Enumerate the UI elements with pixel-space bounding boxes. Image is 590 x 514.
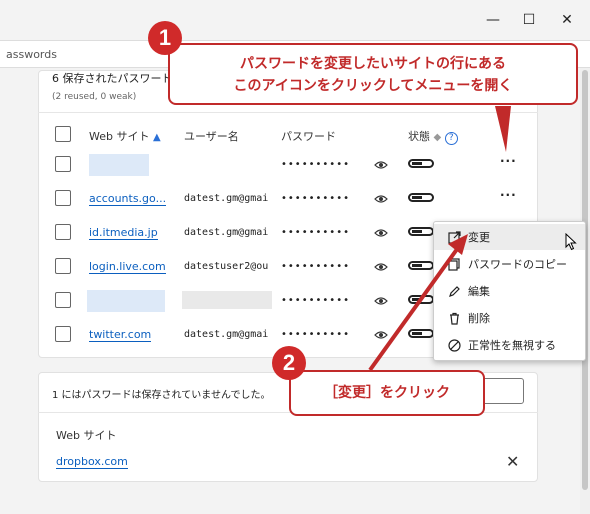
callout-step-1-line-2: このアイコンをクリックしてメニューを開く: [233, 78, 513, 94]
arrow-2-head: [448, 234, 468, 255]
callout-step-1: パスワードを変更したいサイトの行にある このアイコンをクリックしてメニューを開く: [168, 43, 578, 105]
arrow-2-line: [368, 243, 462, 372]
step-badge-1: 1: [148, 21, 182, 55]
arrow-1: [495, 106, 511, 152]
callout-step-2: ［変更］をクリック: [289, 370, 485, 416]
callout-step-1-line-1: パスワードを変更したいサイトの行にある: [240, 56, 506, 72]
step-badge-2: 2: [272, 346, 306, 380]
